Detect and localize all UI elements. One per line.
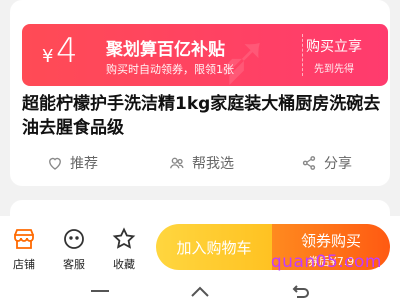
tab-service[interactable]: 客服 (52, 226, 96, 272)
tab-store[interactable]: 店铺 (2, 226, 46, 272)
watermark: quan05.com (270, 252, 382, 272)
chat-face-icon (64, 229, 84, 249)
coupon-buy-label[interactable]: 购买立享 (292, 36, 376, 56)
product-title: 超能柠檬护手洗洁精1kg家庭装大桶厨房洗碗去油去腥食品级 (22, 94, 381, 138)
tab-favorite-label: 收藏 (113, 258, 135, 271)
back-icon[interactable] (288, 284, 312, 298)
share-label: 分享 (324, 156, 352, 172)
add-to-cart-label: 加入购物车 (176, 238, 252, 257)
tab-favorite[interactable]: 收藏 (102, 226, 146, 272)
coupon-buy-sub: 先到先得 (314, 64, 354, 75)
share-icon (302, 156, 316, 170)
product-card: ➶ ¥ 4 聚划算百亿补贴 购买时自动领券，限领1张 购买立享 先到先得 超能柠… (10, 0, 390, 186)
share-button[interactable]: 分享 (300, 150, 352, 176)
recommend-button[interactable]: 推荐 (46, 150, 98, 176)
coupon-buy-button-label: 领券购买 (300, 232, 361, 250)
coupon-name: 聚划算百亿补贴 (106, 40, 225, 60)
coupon-rule: 购买时自动领券，限领1张 (106, 63, 234, 76)
heart-icon (49, 157, 61, 170)
store-icon (14, 229, 34, 249)
menu-icon[interactable] (88, 284, 112, 298)
recommend-label: 推荐 (70, 156, 98, 172)
add-to-cart-button[interactable]: 加入购物车 (156, 224, 272, 270)
help-choose-label: 帮我选 (192, 156, 234, 172)
coupon-banner[interactable]: ➶ ¥ 4 聚划算百亿补贴 购买时自动领券，限领1张 购买立享 先到先得 (22, 24, 388, 86)
people-icon (169, 157, 184, 169)
system-navbar (0, 280, 400, 300)
home-icon[interactable] (188, 284, 212, 298)
tab-store-label: 店铺 (13, 258, 35, 271)
coupon-amount: 4 (56, 31, 78, 71)
star-icon (112, 227, 136, 249)
coupon-currency-symbol: ¥ (42, 46, 54, 67)
tab-service-label: 客服 (63, 258, 85, 271)
help-choose-button[interactable]: 帮我选 (168, 150, 234, 176)
product-actions: 推荐 帮我选 分享 (10, 150, 390, 176)
